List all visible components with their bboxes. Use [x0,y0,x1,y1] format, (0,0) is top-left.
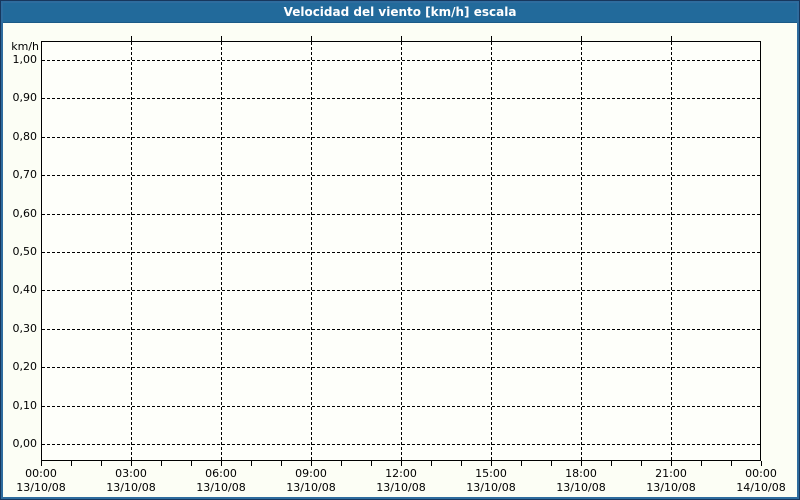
x-minor-tick-bottom [281,461,282,466]
x-gridline [581,42,582,460]
x-major-tick-top [401,36,402,41]
x-minor-tick-bottom [191,461,192,466]
x-tick-label: 18:00 13/10/08 [536,467,626,495]
x-minor-tick-bottom [401,461,402,466]
y-tick-label: 0,20 [12,360,38,374]
x-major-tick-top [311,36,312,41]
x-major-tick-top [581,36,582,41]
x-tick-time: 18:00 [565,467,597,480]
x-major-tick-top [221,36,222,41]
x-tick-time: 15:00 [475,467,507,480]
x-tick-date: 13/10/08 [376,481,426,494]
x-tick-time: 06:00 [205,467,237,480]
x-tick-date: 13/10/08 [106,481,156,494]
x-minor-tick-bottom [431,461,432,466]
x-gridline [491,42,492,460]
x-gridline [221,42,222,460]
x-tick-time: 00:00 [745,467,777,480]
x-minor-tick-bottom [161,461,162,466]
x-tick-label: 09:00 13/10/08 [266,467,356,495]
x-tick-time: 03:00 [115,467,147,480]
x-minor-tick-bottom [251,461,252,466]
x-tick-date: 14/10/08 [736,481,786,494]
x-tick-date: 13/10/08 [16,481,66,494]
chart-title-bar: Velocidad del viento [km/h] escala [3,3,797,23]
x-gridline [311,42,312,460]
x-tick-date: 13/10/08 [646,481,696,494]
x-minor-tick-bottom [641,461,642,466]
x-minor-tick-bottom [761,461,762,466]
x-minor-tick-bottom [491,461,492,466]
x-gridline [401,42,402,460]
x-tick-label: 00:00 14/10/08 [716,467,799,495]
x-tick-time: 21:00 [655,467,687,480]
x-minor-tick-bottom [731,461,732,466]
x-tick-label: 12:00 13/10/08 [356,467,446,495]
x-minor-tick-bottom [611,461,612,466]
y-tick-label: 0,50 [12,245,38,258]
x-major-tick-top [671,36,672,41]
x-tick-label: 06:00 13/10/08 [176,467,266,495]
x-tick-time: 00:00 [25,467,57,480]
x-gridline [671,42,672,460]
x-minor-tick-bottom [341,461,342,466]
y-tick-label: 0,40 [12,283,38,297]
x-tick-date: 13/10/08 [286,481,336,494]
x-tick-date: 13/10/08 [466,481,516,494]
x-minor-tick-bottom [521,461,522,466]
y-tick-label: 0,60 [12,206,38,220]
x-minor-tick-bottom [701,461,702,466]
x-minor-tick-bottom [551,461,552,466]
x-major-tick-top [491,36,492,41]
x-tick-label: 15:00 13/10/08 [446,467,536,495]
x-minor-tick-bottom [221,461,222,466]
x-minor-tick-bottom [671,461,672,466]
x-minor-tick-bottom [371,461,372,466]
y-tick-label: 0,30 [12,321,38,335]
x-tick-label: 21:00 13/10/08 [626,467,716,495]
y-tick-label: 0,10 [12,398,38,412]
x-tick-label: 03:00 13/10/08 [86,467,176,495]
x-tick-date: 13/10/08 [556,481,606,494]
x-gridline [131,42,132,460]
x-tick-time: 12:00 [385,467,417,480]
chart-title: Velocidad del viento [km/h] escala [283,5,517,19]
x-tick-label: 00:00 13/10/08 [1,467,86,495]
y-tick-label: 1,00 [12,53,38,66]
y-tick-label: 0,80 [12,129,38,143]
y-tick-label: 0,70 [12,168,38,182]
x-minor-tick-bottom [41,461,42,466]
y-tick-label: 0,00 [12,437,38,450]
x-major-tick-top [131,36,132,41]
y-tick-label: 0,90 [12,91,38,105]
chart-panel: Velocidad del viento [km/h] escala km/h … [0,0,800,500]
x-minor-tick-bottom [311,461,312,466]
y-axis-unit-label: km/h [11,40,39,53]
x-minor-tick-bottom [101,461,102,466]
x-minor-tick-bottom [461,461,462,466]
x-minor-tick-bottom [131,461,132,466]
x-tick-time: 09:00 [295,467,327,480]
x-minor-tick-bottom [581,461,582,466]
x-tick-date: 13/10/08 [196,481,246,494]
x-minor-tick-bottom [71,461,72,466]
